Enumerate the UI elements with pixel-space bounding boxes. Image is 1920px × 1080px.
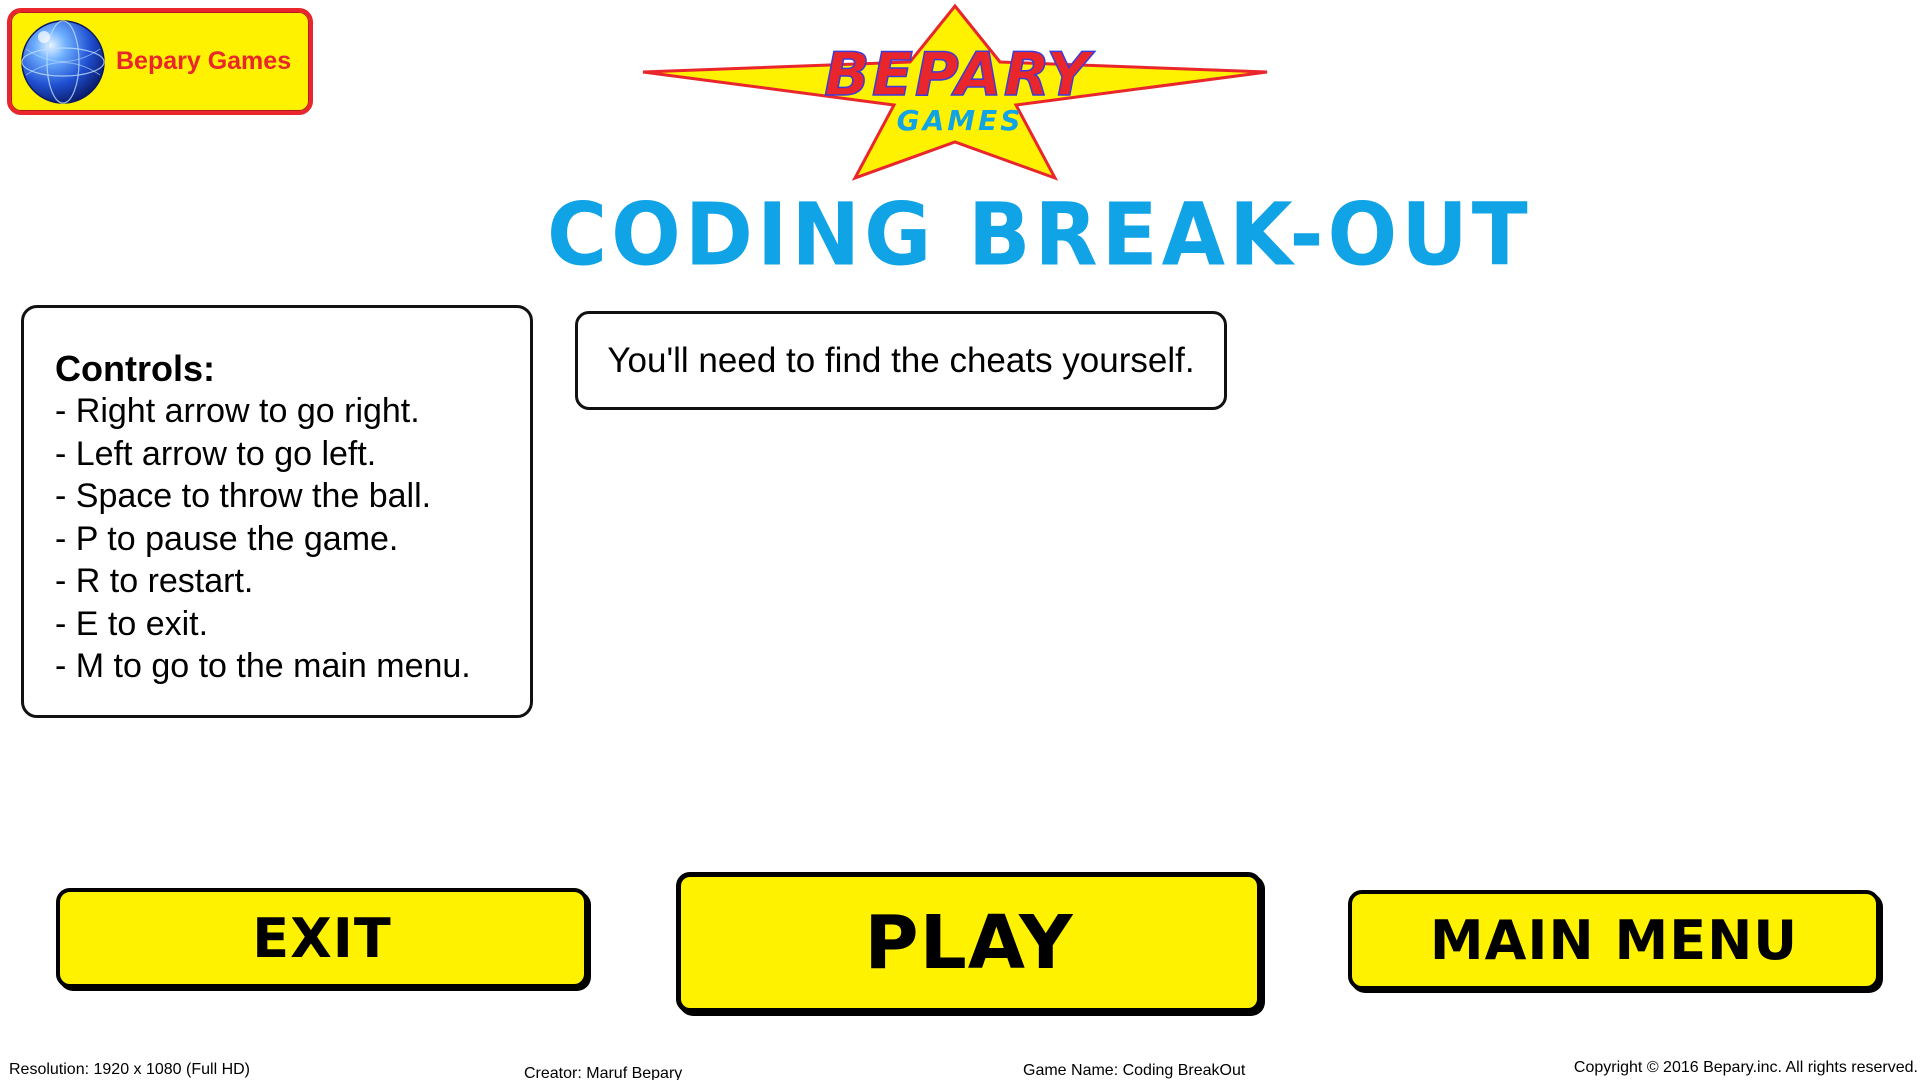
footer-creator: Creator: Maruf Bepary [524, 1065, 683, 1080]
controls-heading: Controls: [55, 348, 215, 389]
control-item-right: - Right arrow to go right. [55, 392, 420, 430]
globe-icon [21, 19, 105, 104]
control-item-pause: - P to pause the game. [55, 519, 399, 558]
control-item-exit: - E to exit. [55, 604, 209, 643]
control-item-left: - Left arrow to go left. [55, 434, 377, 473]
footer-game-name: Game Name: Coding BreakOut [1023, 1062, 1246, 1079]
play-button[interactable]: PLAY [676, 872, 1262, 1013]
game-title: CODING BREAK-OUT [547, 185, 1532, 286]
footer-resolution: Resolution: 1920 x 1080 (Full HD) [9, 1061, 251, 1078]
main-menu-button[interactable]: MAIN MENU [1348, 890, 1880, 990]
exit-button[interactable]: EXIT [56, 888, 588, 988]
bepary-games-logo: BEPARY GAMES [642, 3, 1268, 181]
footer-copyright: Copyright © 2016 Bepary.inc. All rights … [1573, 1059, 1918, 1076]
brand-badge-label: Bepary Games [116, 47, 292, 75]
main-menu-screen: Bepary Games BEPARY GAMES CODING BREAK-O… [0, 0, 1920, 1080]
control-item-restart: - R to restart. [55, 562, 254, 600]
control-item-space: - Space to throw the ball. [55, 477, 432, 515]
logo-wordmark-bepary: BEPARY [824, 40, 1095, 110]
controls-panel: Controls: - Right arrow to go right. - L… [21, 305, 533, 718]
controls-list: - Right arrow to go right. - Left arrow … [55, 390, 530, 688]
cheats-note: You'll need to find the cheats yourself. [575, 311, 1227, 410]
logo-wordmark-games: GAMES [897, 104, 1024, 137]
control-item-main-menu: - M to go to the main menu. [55, 647, 471, 685]
bepary-games-badge[interactable]: Bepary Games [7, 8, 313, 115]
